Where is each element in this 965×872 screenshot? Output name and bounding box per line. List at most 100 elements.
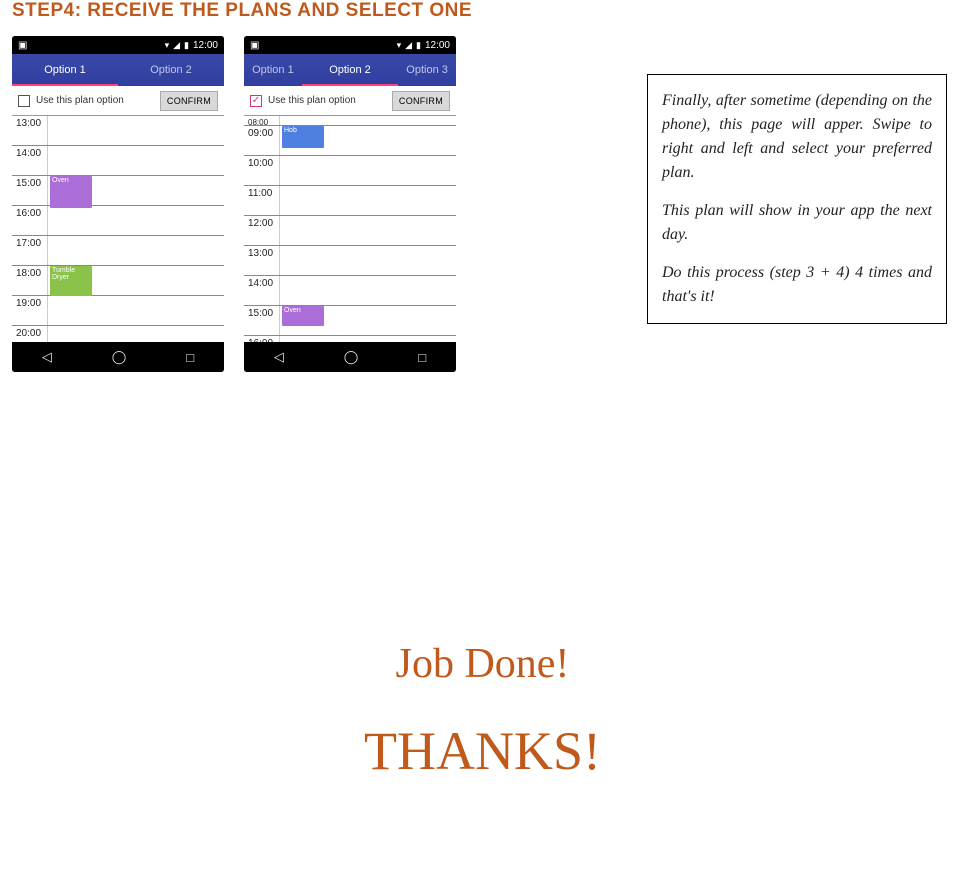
hour-label: 19:00	[12, 296, 48, 325]
back-icon[interactable]: ◁	[274, 349, 284, 365]
schedule-grid[interactable]: 13:0014:0015:00Oven16:0017:0018:00Tumble…	[12, 116, 224, 342]
hour-label: 10:00	[244, 156, 280, 185]
hour-cell	[48, 296, 224, 325]
schedule-grid[interactable]: 08:0009:00Hob10:0011:0012:0013:0014:0015…	[244, 116, 456, 342]
use-plan-label: Use this plan option	[36, 95, 154, 106]
tab-option2[interactable]: Option 2	[302, 54, 398, 86]
plan-tabs: Option 1 Option 2 Option 3	[244, 54, 456, 86]
hour-cell	[280, 276, 456, 305]
hour-cell	[48, 236, 224, 265]
hour-cell	[48, 326, 224, 342]
status-bar: ▣ ▾ ◢ ▮ 12:00	[244, 36, 456, 54]
hour-label: 15:00	[12, 176, 48, 205]
hour-label: 09:00	[244, 126, 280, 155]
tab-option2[interactable]: Option 2	[118, 54, 224, 86]
hour-cell	[280, 216, 456, 245]
hour-label: 08:00	[244, 116, 280, 125]
instruction-box: Finally, after sometime (depending on th…	[647, 74, 947, 324]
tab-option1[interactable]: Option 1	[244, 54, 302, 86]
hour-label: 16:00	[244, 336, 280, 342]
hour-row: 15:00Oven	[244, 306, 456, 336]
instruction-p3: Do this process (step 3 + 4) 4 times and…	[662, 261, 932, 309]
hour-cell	[48, 116, 224, 145]
home-icon[interactable]: ◯	[344, 349, 359, 365]
calendar-event[interactable]: Hob	[282, 126, 324, 148]
confirm-button[interactable]: CONFIRM	[160, 91, 218, 111]
instruction-p1: Finally, after sometime (depending on th…	[662, 89, 932, 185]
hour-row: 16:00	[12, 206, 224, 236]
hour-label: 13:00	[244, 246, 280, 275]
recent-icon[interactable]: □	[186, 350, 194, 365]
use-plan-checkbox[interactable]	[18, 95, 30, 107]
hour-cell: Tumble Dryer	[48, 266, 224, 295]
tab-option1[interactable]: Option 1	[12, 54, 118, 86]
hour-row: 16:00	[244, 336, 456, 342]
phone-screenshot-option2: ▣ ▾ ◢ ▮ 12:00 Option 1 Option 2 Option 3…	[244, 36, 456, 372]
hour-label: 14:00	[12, 146, 48, 175]
plan-toolbar: Use this plan option CONFIRM	[12, 86, 224, 116]
hour-row: 18:00Tumble Dryer	[12, 266, 224, 296]
hour-row: 11:00	[244, 186, 456, 216]
hour-label: 11:00	[244, 186, 280, 215]
android-navbar: ◁ ◯ □	[244, 342, 456, 372]
wifi-icon: ▾	[397, 40, 402, 51]
hour-cell	[280, 246, 456, 275]
hour-label: 15:00	[244, 306, 280, 335]
image-icon: ▣	[250, 40, 259, 51]
signal-icon: ◢	[173, 40, 180, 51]
hour-cell: Oven	[280, 306, 456, 335]
hour-row: 10:00	[244, 156, 456, 186]
status-bar: ▣ ▾ ◢ ▮ 12:00	[12, 36, 224, 54]
hour-cell: Hob	[280, 126, 456, 155]
hour-label: 20:00	[12, 326, 48, 342]
hour-row: 15:00Oven	[12, 176, 224, 206]
hour-row: 13:00	[12, 116, 224, 146]
image-icon: ▣	[18, 40, 27, 51]
job-done-text: Job Done!	[0, 640, 965, 688]
hour-row: 14:00	[244, 276, 456, 306]
hour-row: 20:00	[12, 326, 224, 342]
hour-row: 09:00Hob	[244, 126, 456, 156]
hour-cell	[48, 206, 224, 235]
status-time: 12:00	[193, 40, 218, 51]
hour-label: 12:00	[244, 216, 280, 245]
tab-option3[interactable]: Option 3	[398, 54, 456, 86]
calendar-event[interactable]: Oven	[50, 176, 92, 208]
hour-label: 14:00	[244, 276, 280, 305]
calendar-event[interactable]: Oven	[282, 306, 324, 326]
recent-icon[interactable]: □	[418, 350, 426, 365]
hour-label: 17:00	[12, 236, 48, 265]
plan-toolbar: ✓ Use this plan option CONFIRM	[244, 86, 456, 116]
hour-row: 13:00	[244, 246, 456, 276]
signal-icon: ◢	[405, 40, 412, 51]
status-time: 12:00	[425, 40, 450, 51]
hour-cell	[48, 146, 224, 175]
instruction-p2: This plan will show in your app the next…	[662, 199, 932, 247]
hour-row-partial: 08:00	[244, 116, 456, 126]
home-icon[interactable]: ◯	[112, 349, 127, 365]
hour-cell	[280, 336, 456, 342]
hour-row: 19:00	[12, 296, 224, 326]
thanks-text: THANKS!	[0, 720, 965, 782]
hour-row: 14:00	[12, 146, 224, 176]
plan-tabs: Option 1 Option 2	[12, 54, 224, 86]
hour-cell	[280, 116, 456, 125]
android-navbar: ◁ ◯ □	[12, 342, 224, 372]
hour-row: 17:00	[12, 236, 224, 266]
wifi-icon: ▾	[165, 40, 170, 51]
confirm-button[interactable]: CONFIRM	[392, 91, 450, 111]
hour-cell	[280, 186, 456, 215]
battery-icon: ▮	[416, 40, 421, 51]
hour-cell	[280, 156, 456, 185]
hour-label: 16:00	[12, 206, 48, 235]
battery-icon: ▮	[184, 40, 189, 51]
hour-cell: Oven	[48, 176, 224, 205]
back-icon[interactable]: ◁	[42, 349, 52, 365]
hour-row: 12:00	[244, 216, 456, 246]
hour-label: 18:00	[12, 266, 48, 295]
use-plan-checkbox[interactable]: ✓	[250, 95, 262, 107]
use-plan-label: Use this plan option	[268, 95, 386, 106]
content-row: ▣ ▾ ◢ ▮ 12:00 Option 1 Option 2 Use this…	[0, 36, 965, 372]
calendar-event[interactable]: Tumble Dryer	[50, 266, 92, 296]
phone-screenshot-option1: ▣ ▾ ◢ ▮ 12:00 Option 1 Option 2 Use this…	[12, 36, 224, 372]
